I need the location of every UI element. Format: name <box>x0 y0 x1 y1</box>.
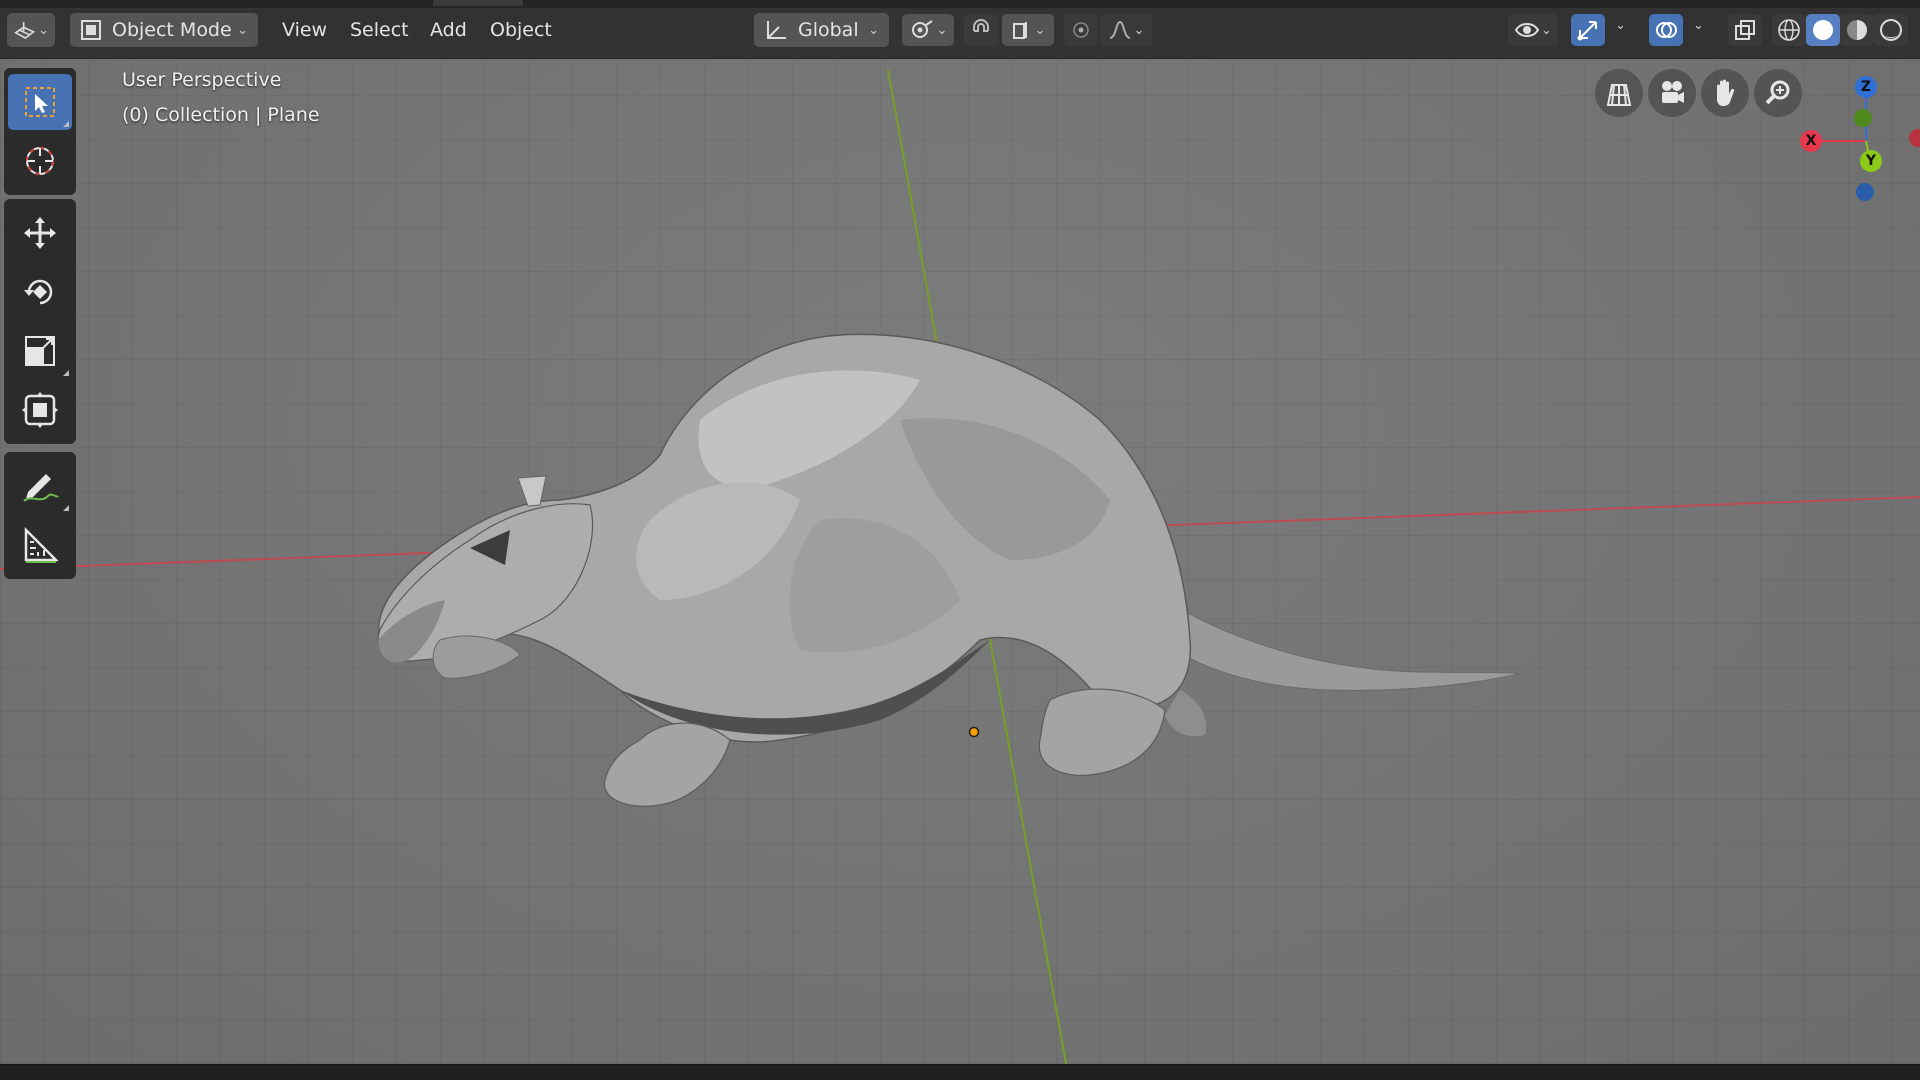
scale-icon <box>25 336 55 366</box>
chevron-down-icon: ⌄ <box>1034 22 1046 38</box>
toolbar-select-group <box>4 68 76 195</box>
toolbar-transform-group <box>4 199 76 444</box>
select-box-icon <box>25 87 55 117</box>
transform-orientation-selector[interactable]: Global ⌄ <box>754 13 889 47</box>
editor-type-button[interactable]: ⌄ <box>7 13 55 47</box>
navigation-gizmo[interactable]: Z X Y <box>1790 70 1920 210</box>
gizmo-x-axis[interactable]: X <box>1800 130 1822 152</box>
gizmo-z-label: Z <box>1860 79 1872 95</box>
orientation-axes-icon <box>767 21 786 39</box>
view-name-label: User Perspective <box>122 69 282 91</box>
cursor-tool[interactable] <box>8 133 72 189</box>
move-icon <box>24 217 56 249</box>
gizmo-icon <box>1577 21 1597 41</box>
gizmo-y-label: Y <box>1865 153 1877 169</box>
pan-view-button[interactable] <box>1701 69 1749 117</box>
magnet-icon <box>973 19 989 32</box>
pivot-icon <box>911 20 933 38</box>
chevron-down-icon: ⌄ <box>868 22 879 38</box>
shading-solid-button[interactable] <box>1806 14 1840 46</box>
gizmo-x-label: X <box>1805 133 1817 149</box>
tool-corner-mark <box>63 505 69 511</box>
gizmo-dropdown-chevron[interactable]: ⌄ <box>1615 18 1626 33</box>
show-gizmo-toggle[interactable] <box>1571 14 1605 46</box>
wireframe-sphere-icon <box>1778 19 1800 41</box>
chevron-down-icon: ⌄ <box>38 22 49 38</box>
mode-selector[interactable]: Object Mode ⌄ <box>70 13 258 47</box>
menu-object[interactable]: Object <box>480 13 562 47</box>
rat-mesh[interactable] <box>377 333 1519 807</box>
orientation-label: Global <box>798 19 859 41</box>
viewport-header: ⌄ Object Mode ⌄ View Select Add Object G… <box>0 0 1920 59</box>
chevron-down-icon: ⌄ <box>237 22 248 38</box>
shading-rendered-button[interactable] <box>1874 14 1908 46</box>
measure-tool[interactable] <box>8 517 72 573</box>
transform-icon <box>22 392 58 428</box>
collection-info-label: (0) Collection | Plane <box>122 104 320 126</box>
menu-select[interactable]: Select <box>340 13 419 47</box>
shading-wireframe-button[interactable] <box>1772 14 1806 46</box>
menu-view[interactable]: View <box>272 13 337 47</box>
pivot-point-button[interactable]: ⌄ <box>902 14 954 46</box>
tool-corner-mark <box>63 370 69 376</box>
proportional-falloff-button[interactable]: ⌄ <box>1100 14 1152 46</box>
pan-hand-icon <box>1717 79 1735 106</box>
object-visibility-button[interactable]: ⌄ <box>1508 14 1558 46</box>
cursor-icon <box>26 147 54 175</box>
overlay-icon <box>1656 22 1677 38</box>
object-origin-dot <box>968 726 980 738</box>
transform-tool[interactable] <box>8 382 72 438</box>
chevron-down-icon: ⌄ <box>1133 22 1145 38</box>
rotate-tool[interactable] <box>8 264 72 320</box>
rendered-sphere-icon <box>1880 19 1902 41</box>
object-mode-icon <box>81 20 101 40</box>
chevron-down-icon: ⌄ <box>936 22 948 38</box>
ruler-icon <box>24 526 58 563</box>
active-tab-marker <box>433 0 523 6</box>
toggle-camera-icon <box>1606 84 1632 106</box>
xray-icon <box>1735 20 1755 40</box>
proportional-edit-icon <box>1073 22 1089 38</box>
material-sphere-icon <box>1847 20 1867 40</box>
select-box-tool[interactable] <box>8 74 72 130</box>
move-tool[interactable] <box>8 205 72 261</box>
proportional-editing-toggle[interactable] <box>1064 14 1098 46</box>
workspace-tab-strip <box>0 0 1920 8</box>
rotate-icon <box>24 279 53 305</box>
overlay-dropdown-chevron[interactable]: ⌄ <box>1693 18 1704 33</box>
menu-add[interactable]: Add <box>420 13 477 47</box>
chevron-down-icon: ⌄ <box>1541 22 1552 38</box>
eye-icon <box>1514 23 1540 37</box>
gizmo-z-axis[interactable]: Z <box>1855 76 1877 98</box>
gizmo-y-axis[interactable]: Y <box>1860 150 1882 172</box>
snap-settings-button[interactable]: ⌄ <box>1002 14 1054 46</box>
falloff-curve-icon <box>1109 20 1130 39</box>
snap-target-icon <box>1012 22 1027 39</box>
3d-viewport[interactable]: User Perspective (0) Collection | Plane <box>0 0 1920 1064</box>
mode-label: Object Mode <box>112 19 232 41</box>
grid-3d-icon <box>14 22 35 39</box>
toolbar-annotate-group <box>4 452 76 579</box>
xray-toggle[interactable] <box>1728 14 1762 46</box>
scene <box>0 69 1920 1064</box>
annotate-tool[interactable] <box>8 458 72 514</box>
status-bar <box>0 1064 1920 1080</box>
tool-corner-mark <box>63 121 69 127</box>
camera-icon <box>1662 81 1684 103</box>
pencil-icon <box>23 474 59 502</box>
show-overlays-toggle[interactable] <box>1649 14 1683 46</box>
camera-view-button[interactable] <box>1648 69 1696 117</box>
snap-toggle[interactable] <box>964 14 998 46</box>
scale-tool[interactable] <box>8 323 72 379</box>
shading-material-button[interactable] <box>1840 14 1874 46</box>
solid-sphere-icon <box>1813 20 1833 40</box>
zoom-icon <box>1765 80 1790 105</box>
toggle-camera-view-button[interactable] <box>1595 69 1643 117</box>
